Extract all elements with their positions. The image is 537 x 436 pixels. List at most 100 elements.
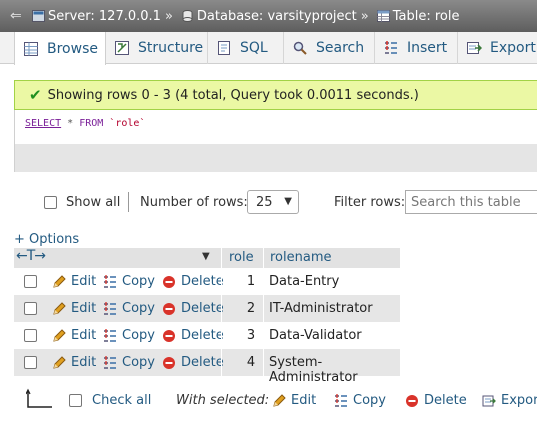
check-all-checkbox[interactable] — [69, 394, 82, 407]
breadcrumb-database[interactable]: Database: varsityproject — [177, 9, 357, 24]
check-all-control[interactable]: Check all — [69, 393, 151, 408]
column-divider — [263, 295, 264, 322]
column-divider — [263, 248, 264, 268]
column-resize-arrows-icon[interactable]: ←T→ — [16, 248, 46, 264]
pencil-icon — [53, 328, 66, 342]
show-all-checkbox[interactable] — [44, 196, 57, 209]
breadcrumb-server[interactable]: Server: 127.0.0.1 — [28, 9, 161, 24]
sql-keyword-from: FROM — [79, 118, 104, 129]
breadcrumb-server-label: Server: 127.0.0.1 — [48, 8, 161, 24]
tab-label: Browse — [47, 40, 98, 57]
server-icon — [32, 10, 45, 22]
checkmark-icon: ✔ — [29, 86, 42, 104]
cell-role[interactable]: 2 — [241, 301, 261, 316]
tab-label: SQL — [240, 40, 268, 56]
bulk-copy-label: Copy — [353, 393, 386, 408]
row-delete-button[interactable]: Delete — [162, 328, 224, 343]
row-copy-button[interactable]: Copy — [103, 328, 155, 343]
sql-star: * — [61, 118, 80, 129]
sql-query-text[interactable]: SELECT * FROM `role` — [15, 110, 537, 144]
options-link[interactable]: + Options — [14, 232, 79, 247]
tab-structure[interactable]: Structure — [106, 32, 208, 64]
tab-label: Insert — [407, 40, 448, 56]
edit-label: Edit — [71, 328, 97, 343]
copy-label: Copy — [122, 355, 155, 370]
cell-rolename[interactable]: System-Administrator — [269, 355, 400, 385]
row-checkbox[interactable] — [24, 302, 37, 315]
copy-icon — [104, 355, 116, 369]
row-edit-button[interactable]: Edit — [52, 301, 96, 316]
edit-label: Edit — [71, 355, 97, 370]
chevron-down-icon: ▼ — [284, 196, 292, 207]
bulk-export-label: Export — [501, 393, 537, 408]
filter-rows-input[interactable]: Search this table — [405, 190, 537, 214]
row-copy-button[interactable]: Copy — [103, 301, 155, 316]
tab-sql[interactable]: SQL — [208, 32, 284, 64]
copy-label: Copy — [122, 301, 155, 316]
database-icon — [182, 10, 193, 22]
row-delete-button[interactable]: Delete — [162, 274, 224, 289]
row-copy-button[interactable]: Copy — [103, 355, 155, 370]
row-checkbox[interactable] — [24, 356, 37, 369]
sql-keyword-select[interactable]: SELECT — [25, 118, 61, 129]
structure-icon — [115, 41, 129, 55]
bulk-export-button[interactable]: Export — [482, 393, 537, 408]
table-row: Edit Copy Delete 1 Data-Entry — [14, 268, 400, 295]
row-delete-button[interactable]: Delete — [162, 355, 224, 370]
pencil-icon — [53, 274, 66, 288]
column-divider — [221, 248, 222, 268]
delete-icon — [163, 329, 175, 342]
delete-icon — [163, 275, 175, 288]
cell-role[interactable]: 4 — [241, 355, 261, 370]
search-icon — [293, 41, 307, 55]
row-checkbox[interactable] — [24, 329, 37, 342]
back-arrow-icon[interactable]: ⇐ — [10, 8, 28, 24]
copy-icon — [104, 328, 116, 342]
row-edit-button[interactable]: Edit — [52, 274, 96, 289]
tab-label: Search — [316, 40, 365, 56]
column-divider — [263, 322, 264, 349]
browse-icon — [24, 41, 38, 56]
table-header: ←T→ ▼ role rolename — [14, 248, 400, 268]
show-all-control[interactable]: Show all — [44, 195, 120, 210]
column-divider — [263, 268, 264, 295]
cell-rolename[interactable]: Data-Entry — [269, 274, 339, 289]
bulk-edit-button[interactable]: Edit — [272, 393, 316, 408]
row-checkbox[interactable] — [24, 275, 37, 288]
number-of-rows-select[interactable]: 25 ▼ — [247, 190, 299, 214]
column-divider — [221, 349, 222, 376]
with-selected-label: With selected: — [176, 393, 270, 408]
tab-browse[interactable]: Browse — [14, 32, 106, 65]
copy-label: Copy — [122, 274, 155, 289]
row-edit-button[interactable]: Edit — [52, 355, 96, 370]
column-header-role[interactable]: role — [229, 250, 254, 265]
copy-icon — [335, 393, 347, 407]
cell-rolename[interactable]: IT-Administrator — [269, 301, 373, 316]
select-arrow-icon — [26, 388, 52, 408]
row-edit-button[interactable]: Edit — [52, 328, 96, 343]
bulk-delete-button[interactable]: Delete — [405, 393, 467, 408]
tab-export[interactable]: Export — [458, 32, 537, 64]
row-delete-button[interactable]: Delete — [162, 301, 224, 316]
bulk-copy-button[interactable]: Copy — [334, 393, 386, 408]
number-of-rows-label: Number of rows: — [140, 195, 248, 210]
row-copy-button[interactable]: Copy — [103, 274, 155, 289]
show-all-label: Show all — [66, 195, 121, 210]
tab-search[interactable]: Search — [284, 32, 375, 64]
delete-label: Delete — [181, 301, 224, 316]
cell-role[interactable]: 1 — [241, 274, 261, 289]
breadcrumb-table-label: Table: role — [392, 8, 460, 24]
breadcrumb: ⇐ Server: 127.0.0.1 » Database: varsityp… — [0, 0, 537, 32]
table-icon — [376, 10, 390, 22]
pencil-icon — [53, 355, 66, 369]
copy-icon — [104, 301, 116, 315]
success-message-text: Showing rows 0 - 3 (4 total, Query took … — [47, 87, 419, 103]
column-header-rolename[interactable]: rolename — [270, 250, 332, 265]
edit-label: Edit — [71, 301, 97, 316]
sort-dropdown-icon[interactable]: ▼ — [202, 251, 210, 262]
cell-role[interactable]: 3 — [241, 328, 261, 343]
tab-insert[interactable]: Insert — [375, 32, 458, 64]
breadcrumb-table[interactable]: Table: role — [373, 8, 460, 24]
cell-rolename[interactable]: Data-Validator — [269, 328, 362, 343]
table-row: Edit Copy Delete 2 IT-Administrator — [14, 295, 400, 322]
